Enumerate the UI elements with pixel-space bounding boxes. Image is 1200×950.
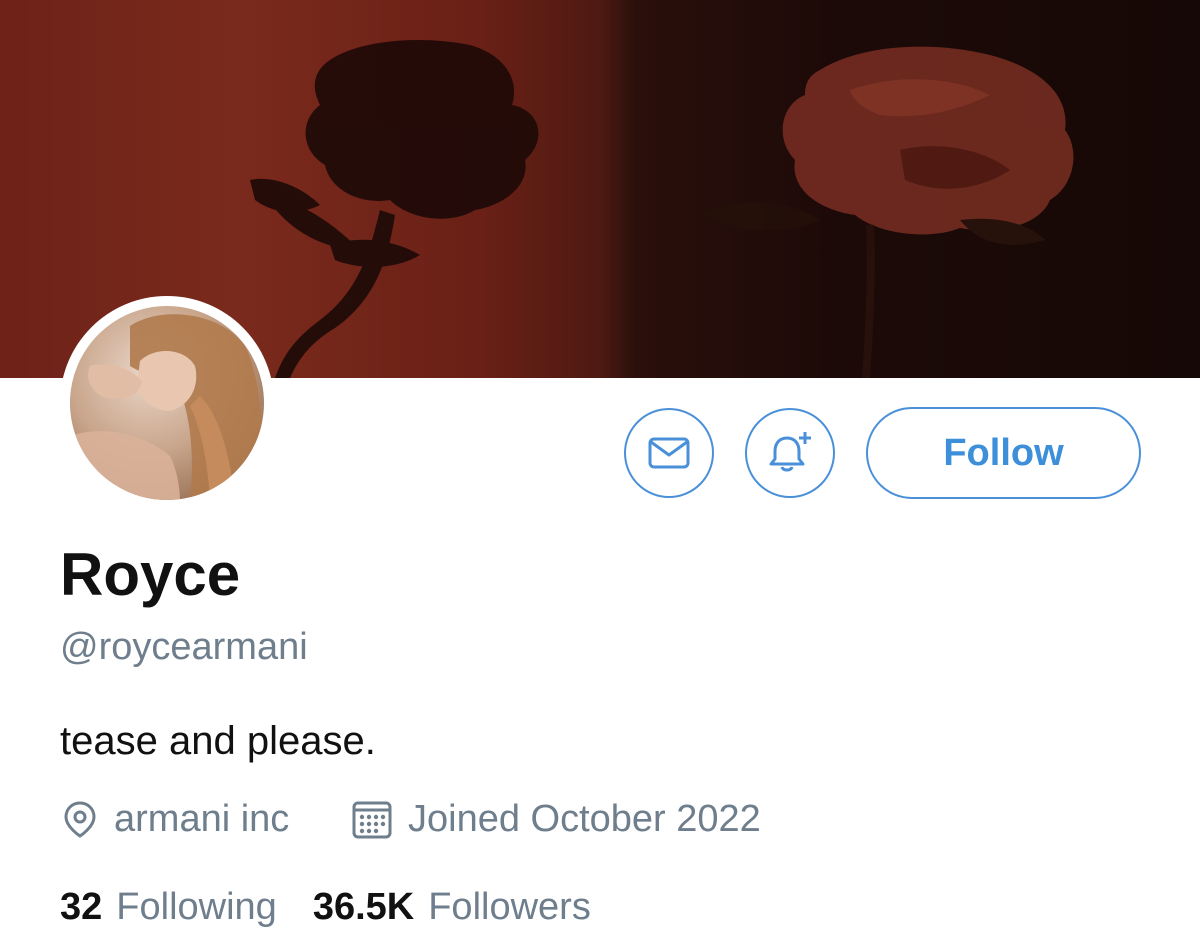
user-handle: @roycearmani [60, 626, 308, 668]
followers-link[interactable]: 36.5K Followers [313, 886, 627, 929]
bell-plus-icon [769, 432, 811, 472]
display-name: Royce [60, 541, 241, 608]
message-button[interactable] [624, 408, 714, 498]
followers-count: 36.5K [312, 885, 415, 928]
following-count: 32 [60, 885, 103, 928]
followers-label: Followers [428, 885, 591, 928]
location-pin-icon [64, 801, 96, 838]
following-link[interactable]: 32 Following [60, 886, 313, 929]
location-meta: armani inc [60, 794, 289, 844]
joined-meta: Joined October 2022 [350, 794, 761, 844]
following-label: Following [116, 885, 277, 928]
profile-photo [70, 314, 264, 500]
envelope-icon [648, 437, 690, 469]
calendar-icon [352, 801, 392, 839]
notify-button[interactable] [745, 408, 835, 498]
avatar[interactable] [70, 306, 264, 500]
follow-button[interactable]: Follow [866, 407, 1141, 499]
joined-date: Joined October 2022 [408, 797, 761, 840]
follow-stats: 32 Following 36.5K Followers [60, 882, 627, 932]
location-text: armani inc [114, 797, 290, 840]
bio-text: tease and please. [60, 719, 376, 763]
